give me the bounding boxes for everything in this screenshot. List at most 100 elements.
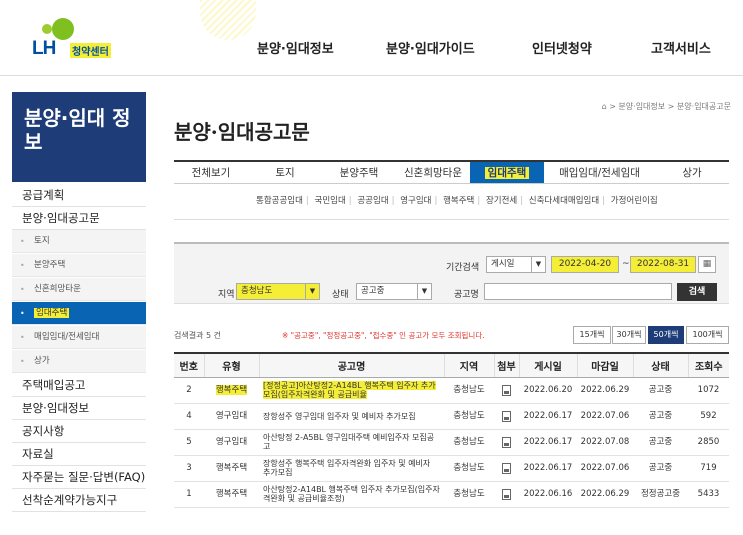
status-notice: ※ "공고중", "정정공고중", "접수중" 인 공고가 모두 조회됩니다. bbox=[282, 331, 485, 340]
subtab-happy-housing[interactable]: 행복주택 bbox=[443, 196, 474, 206]
logo-lh-text: LH bbox=[32, 38, 56, 59]
cell-posted-text: 2022.06.17 bbox=[523, 411, 573, 421]
nav-sales-rent-guide[interactable]: 분양·임대가이드 bbox=[386, 38, 475, 57]
sidebar-item-label: 자료실 bbox=[22, 447, 54, 461]
sidebar-item[interactable]: 주택매입공고 bbox=[12, 374, 146, 397]
cell-deadline-text: 2022.07.06 bbox=[580, 411, 630, 421]
cell-deadline-text: 2022.07.06 bbox=[580, 463, 630, 473]
sidebar-subitem[interactable]: • 상가 bbox=[12, 350, 146, 373]
bullet-icon: • bbox=[20, 333, 25, 342]
sidebar-subitem-label: 매입임대/전세임대 bbox=[34, 332, 100, 342]
table-row[interactable]: 4 영구임대 장항성주 영구임대 입주자 및 예비자 추가모집 충청남도 2022.06… bbox=[174, 403, 729, 430]
tab-sale-housing[interactable]: 분양주택 bbox=[322, 162, 396, 183]
sidebar-item[interactable]: 공지사항 bbox=[12, 420, 146, 443]
home-icon[interactable]: ⌂ bbox=[602, 102, 607, 111]
sidebar-item[interactable]: 분양·임대공고문 bbox=[12, 207, 146, 230]
sidebar-subitem-label: 토지 bbox=[34, 236, 50, 246]
table-header-row: 번호 유형 공고명 지역 첨부 게시일 마감일 상태 조회수 bbox=[174, 352, 729, 378]
sidebar-item[interactable]: 분양·임대정보 bbox=[12, 397, 146, 420]
chevron-down-icon: ▼ bbox=[417, 284, 431, 299]
cell-title[interactable]: 아산탕정 2-A5BL 영구임대주택 예비입주자 모집공고 bbox=[259, 429, 444, 456]
per-page-15[interactable]: 15개씩 bbox=[573, 326, 611, 344]
subtab-new-multiplex[interactable]: 신축다세대매입임대 bbox=[529, 196, 599, 206]
cell-file[interactable] bbox=[494, 481, 519, 508]
table-row[interactable]: 2 행복주택 [정정공고]아산탕정2-A14BL 행복주택 입주자 추가모집(입주자… bbox=[174, 377, 729, 404]
cell-file[interactable] bbox=[494, 429, 519, 456]
col-status: 상태 bbox=[633, 352, 689, 378]
lh-logo[interactable]: LH 청약센터 bbox=[32, 18, 142, 62]
subtab-long-term-jeonse[interactable]: 장기전세 bbox=[486, 196, 517, 206]
tab-land[interactable]: 토지 bbox=[248, 162, 322, 183]
cell-region-text: 충청남도 bbox=[453, 385, 485, 395]
tab-rental-housing[interactable]: 임대주택 bbox=[470, 162, 544, 183]
chevron-down-icon: ▼ bbox=[531, 257, 545, 272]
cell-file[interactable] bbox=[494, 455, 519, 482]
bullet-icon: • bbox=[20, 285, 25, 294]
attachment-icon[interactable] bbox=[502, 462, 511, 474]
subtab-daycare[interactable]: 가정어린이집 bbox=[611, 196, 658, 206]
per-page-50[interactable]: 50개씩 bbox=[648, 326, 684, 344]
cell-no-text: 2 bbox=[186, 385, 192, 395]
attachment-icon[interactable] bbox=[502, 488, 511, 500]
attachment-icon[interactable] bbox=[502, 384, 511, 396]
logo-subtitle: 청약센터 bbox=[70, 43, 111, 58]
rental-subtabs: 통합공공임대 | 국민임대 | 공공임대 | 영구임대 | 행복주택 | 장기전세 | 신축… bbox=[174, 184, 729, 220]
sidebar-item[interactable]: 자주묻는 질문·답변(FAQ) bbox=[12, 466, 146, 489]
tab-newlywed-town[interactable]: 신혼희망타운 bbox=[396, 162, 470, 183]
tab-commercial[interactable]: 상가 bbox=[655, 162, 729, 183]
site-header: LH 청약센터 분양·임대정보 분양·임대가이드 인터넷청약 고객서비스 bbox=[0, 0, 743, 76]
sidebar-item[interactable]: 공급계획 bbox=[12, 184, 146, 207]
nav-customer-service[interactable]: 고객서비스 bbox=[651, 38, 711, 57]
tab-all[interactable]: 전체보기 bbox=[174, 162, 248, 183]
calendar-icon[interactable]: ▦ bbox=[698, 256, 716, 273]
search-button[interactable]: 검색 bbox=[677, 283, 717, 301]
name-label: 공고명 bbox=[454, 290, 479, 300]
status-select[interactable]: 공고중 ▼ bbox=[356, 283, 432, 300]
name-input[interactable] bbox=[484, 283, 672, 300]
cell-title-text: 아산탕정2-A14BL 행복주택 입주자 추가모집(입주자격완화 및 공급비율조… bbox=[263, 485, 440, 503]
cell-title[interactable]: [정정공고]아산탕정2-A14BL 행복주택 입주자 추가모집(입주자격완화 및… bbox=[259, 377, 444, 404]
date-from-input[interactable]: 2022-04-20 bbox=[551, 256, 619, 273]
chevron-down-icon: ▼ bbox=[305, 284, 319, 299]
sidebar-subitem[interactable]: • 매입임대/전세임대 bbox=[12, 326, 146, 349]
cell-status-text: 공고중 bbox=[648, 385, 673, 395]
sidebar-subitem[interactable]: • 분양주택 bbox=[12, 254, 146, 277]
region-select[interactable]: 충청남도 ▼ bbox=[236, 283, 320, 300]
sidebar-subitem[interactable]: • 토지 bbox=[12, 230, 146, 253]
cell-file[interactable] bbox=[494, 377, 519, 404]
cell-title[interactable]: 아산탕정2-A14BL 행복주택 입주자 추가모집(입주자격완화 및 공급비율조… bbox=[259, 481, 444, 508]
per-page-30[interactable]: 30개씩 bbox=[612, 326, 646, 344]
subtab-integrated-public[interactable]: 통합공공임대 bbox=[256, 196, 303, 206]
sidebar-subitem-active[interactable]: • 임대주택 bbox=[12, 302, 146, 325]
tab-purchase-rental[interactable]: 매입임대/전세임대 bbox=[544, 162, 655, 183]
cell-title[interactable]: 장항성주 영구임대 입주자 및 예비자 추가모집 bbox=[259, 403, 444, 430]
table-row[interactable]: 5 영구임대 아산탕정 2-A5BL 영구임대주택 예비입주자 모집공고 충청남도 20… bbox=[174, 429, 729, 456]
breadcrumb: ⌂ > 분양·임대정보 > 분양·임대공고문 bbox=[602, 101, 731, 112]
sidebar-item-label: 자주묻는 질문·답변(FAQ) bbox=[22, 470, 146, 484]
cell-views-text: 719 bbox=[700, 463, 717, 473]
cell-title[interactable]: 장항성주 행복주택 입주자격완화 입주자 및 예비자 추가모집 bbox=[259, 455, 444, 482]
sidebar-subitem[interactable]: • 신혼희망타운 bbox=[12, 278, 146, 301]
period-type-select[interactable]: 게시일 ▼ bbox=[486, 256, 546, 273]
cell-deadline: 2022.07.06 bbox=[577, 455, 633, 482]
table-row[interactable]: 3 행복주택 장항성주 행복주택 입주자격완화 입주자 및 예비자 추가모집 충청남도… bbox=[174, 455, 729, 482]
attachment-icon[interactable] bbox=[502, 410, 511, 422]
sidebar-subitem-label: 분양주택 bbox=[34, 260, 66, 270]
cell-posted-text: 2022.06.17 bbox=[523, 463, 573, 473]
subtab-national[interactable]: 국민임대 bbox=[315, 196, 346, 206]
subtab-permanent[interactable]: 영구임대 bbox=[400, 196, 431, 206]
date-to-input[interactable]: 2022-08-31 bbox=[630, 256, 696, 273]
notice-table: 번호 유형 공고명 지역 첨부 게시일 마감일 상태 조회수 2 행복주택 [정정공… bbox=[174, 352, 729, 508]
subtab-public[interactable]: 공공임대 bbox=[357, 196, 388, 206]
sidebar-item-label: 공급계획 bbox=[22, 188, 65, 202]
nav-sales-rent-info[interactable]: 분양·임대정보 bbox=[257, 38, 334, 57]
sidebar-item[interactable]: 선착순계약가능지구 bbox=[12, 489, 146, 512]
category-tabs: 전체보기 토지 분양주택 신혼희망타운 임대주택 매입임대/전세임대 상가 bbox=[174, 160, 729, 184]
per-page-100[interactable]: 100개씩 bbox=[686, 326, 729, 344]
sidebar-item[interactable]: 자료실 bbox=[12, 443, 146, 466]
cell-type-text: 행복주택 bbox=[215, 385, 248, 395]
table-row[interactable]: 1 행복주택 아산탕정2-A14BL 행복주택 입주자 추가모집(입주자격완화 및 … bbox=[174, 481, 729, 508]
cell-file[interactable] bbox=[494, 403, 519, 430]
attachment-icon[interactable] bbox=[502, 436, 511, 448]
nav-internet-application[interactable]: 인터넷청약 bbox=[532, 38, 592, 57]
